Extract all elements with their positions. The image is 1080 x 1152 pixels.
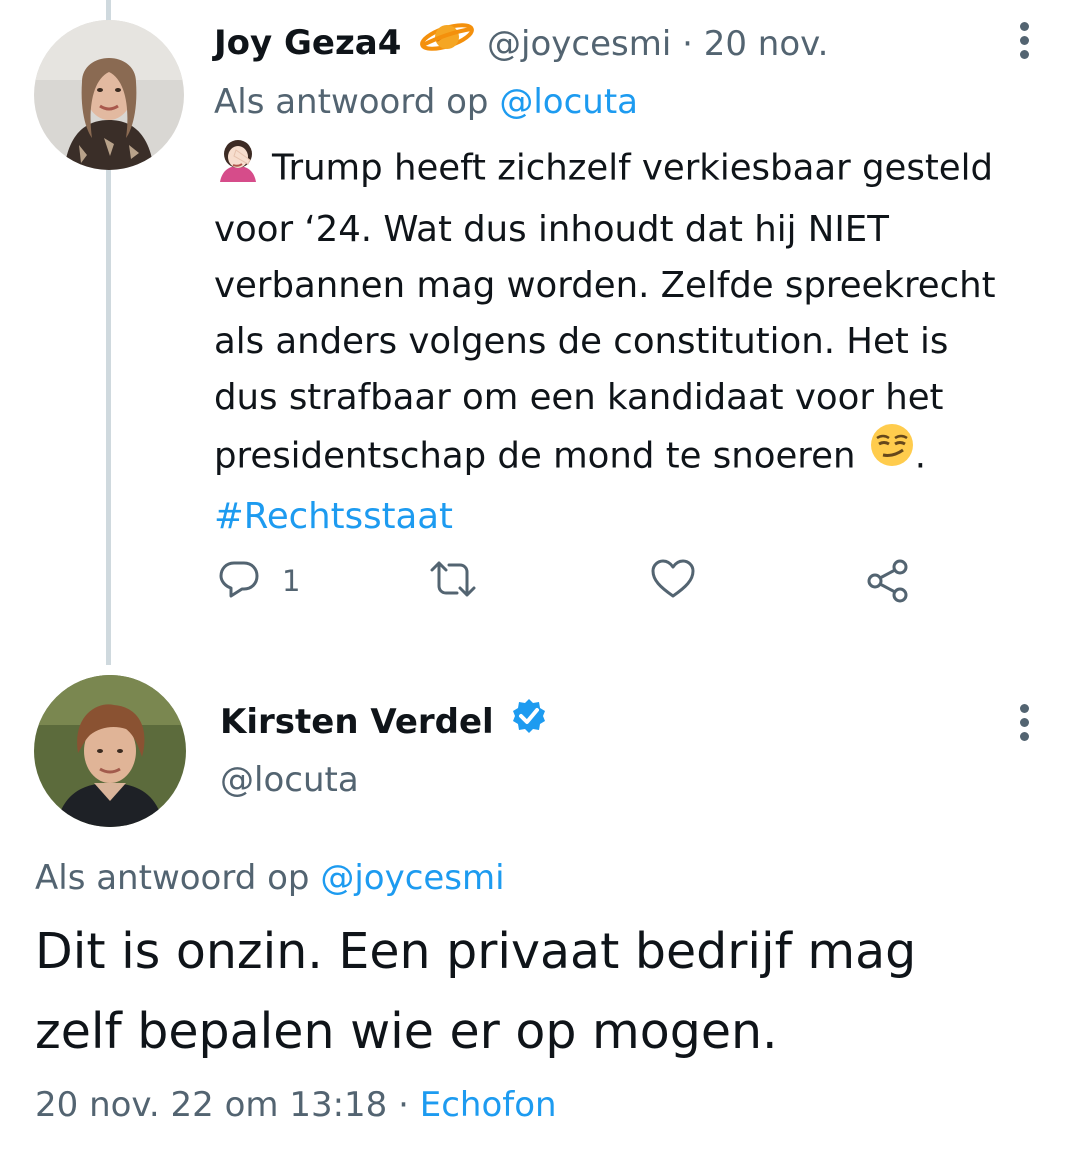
reply-context: Als antwoord op @locuta — [214, 82, 638, 122]
hashtag-link[interactable]: #Rechtsstaat — [214, 496, 453, 537]
woman-facepalming-emoji — [214, 134, 262, 199]
tweet-line: zelf bepalen wie er op mogen. — [35, 1003, 778, 1060]
reply-icon — [218, 558, 260, 604]
verified-badge-icon — [510, 697, 548, 744]
tweet-text: Trump heeft zichzelf verkiesbaar gesteld… — [214, 137, 1054, 545]
like-button[interactable] — [650, 558, 696, 604]
display-name-text[interactable]: Joy Geza4 — [214, 23, 401, 63]
share-button[interactable] — [865, 558, 911, 608]
reply-to-link[interactable]: @locuta — [499, 82, 638, 122]
tweet-line: voor ‘24. Wat dus inhoudt dat hij NIET — [214, 209, 889, 250]
more-options-icon[interactable] — [1017, 22, 1031, 64]
tweet-meta: @joycesmi · 20 nov. — [487, 24, 828, 64]
handle[interactable]: @joycesmi — [487, 24, 671, 64]
tweet-line: als anders volgens de constitution. Het … — [214, 321, 949, 362]
tweet-footer: 20 nov. 22 om 13:18 · Echofon — [35, 1085, 557, 1125]
tweet-line-text: Trump heeft zichzelf verkiesbaar gesteld — [272, 147, 994, 189]
tweet-line: verbannen mag worden. Zelfde spreekrecht — [214, 265, 996, 306]
reply-count: 1 — [282, 564, 301, 598]
display-name[interactable]: Joy Geza4 — [214, 22, 475, 67]
smirking-face-emoji — [869, 422, 915, 485]
tweet-line: presidentschap de mond te snoeren . — [214, 424, 1054, 489]
tweet-line: Dit is onzin. Een privaat bedrijf mag — [35, 923, 917, 980]
like-icon — [650, 558, 696, 604]
tweet-line: #Rechtsstaat — [214, 489, 1054, 545]
source-link[interactable]: Echofon — [420, 1085, 557, 1125]
tweet-timestamp[interactable]: 20 nov. 22 om 13:18 — [35, 1085, 387, 1125]
footer-separator: · — [398, 1085, 409, 1125]
retweet-button[interactable] — [428, 558, 478, 604]
more-options-icon[interactable] — [1017, 704, 1031, 746]
tweet-date[interactable]: 20 nov. — [704, 24, 829, 64]
display-name[interactable]: Kirsten Verdel — [220, 697, 548, 747]
reply-prefix: Als antwoord op — [35, 858, 310, 898]
retweet-icon — [428, 558, 478, 604]
avatar[interactable] — [34, 675, 186, 827]
reply-button[interactable]: 1 — [218, 558, 300, 604]
tweet-line-text: presidentschap de mond te snoeren — [214, 435, 856, 477]
ringed-planet-emoji — [419, 19, 475, 64]
reply-prefix: Als antwoord op — [214, 82, 489, 122]
meta-separator: · — [682, 24, 693, 64]
tweet-trail-text: . — [914, 435, 927, 477]
reply-context: Als antwoord op @joycesmi — [35, 858, 505, 898]
tweet-text: Dit is onzin. Een privaat bedrijf mag ze… — [35, 912, 1055, 1072]
tweet-line: dus strafbaar om een kandidaat voor het — [214, 377, 944, 418]
display-name-text[interactable]: Kirsten Verdel — [220, 702, 494, 742]
share-icon — [865, 558, 911, 608]
reply-to-link[interactable]: @joycesmi — [320, 858, 504, 898]
avatar[interactable] — [34, 20, 184, 170]
handle[interactable]: @locuta — [220, 760, 359, 800]
tweet-line: Trump heeft zichzelf verkiesbaar gesteld — [214, 137, 1054, 202]
